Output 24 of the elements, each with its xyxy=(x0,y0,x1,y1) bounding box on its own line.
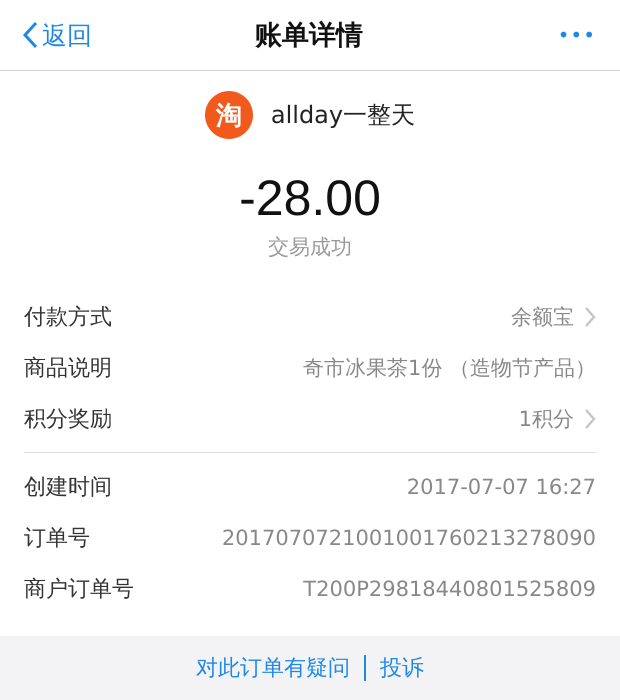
complaint-link[interactable]: 投诉 xyxy=(380,653,424,683)
detail-value: 奇市冰果茶1份 （造物节产品） xyxy=(302,354,596,382)
amount: -28.00 xyxy=(238,169,382,227)
shop-logo: 淘 xyxy=(204,91,253,139)
detail-label: 订单号 xyxy=(24,524,90,552)
detail-label: 商户订单号 xyxy=(24,576,134,604)
order-question-link[interactable]: 对此订单有疑问 xyxy=(196,653,350,683)
page-title: 账单详情 xyxy=(255,19,363,53)
detail-label: 积分奖励 xyxy=(24,406,112,434)
detail-value[interactable]: 1积分 xyxy=(518,404,574,432)
merchant-name: allday一整天 xyxy=(270,100,416,131)
detail-value: T200P29818440801525809 xyxy=(303,576,596,600)
back-button[interactable]: 返回 xyxy=(22,18,92,52)
detail-label: 创建时间 xyxy=(24,474,112,502)
detail-label: 付款方式 xyxy=(24,304,112,332)
detail-label: 商品说明 xyxy=(24,354,112,382)
transaction-status: 交易成功 xyxy=(267,234,353,261)
detail-value: 2017070721001001760213278090 xyxy=(222,526,596,550)
detail-value[interactable]: 余额宝 xyxy=(511,302,574,330)
more-button[interactable]: ••• xyxy=(558,23,596,47)
chevron-right-icon xyxy=(584,306,596,328)
chevron-right-icon xyxy=(584,408,596,430)
detail-value: 2017-07-07 16:27 xyxy=(406,474,596,498)
back-chevron-icon xyxy=(22,21,38,49)
